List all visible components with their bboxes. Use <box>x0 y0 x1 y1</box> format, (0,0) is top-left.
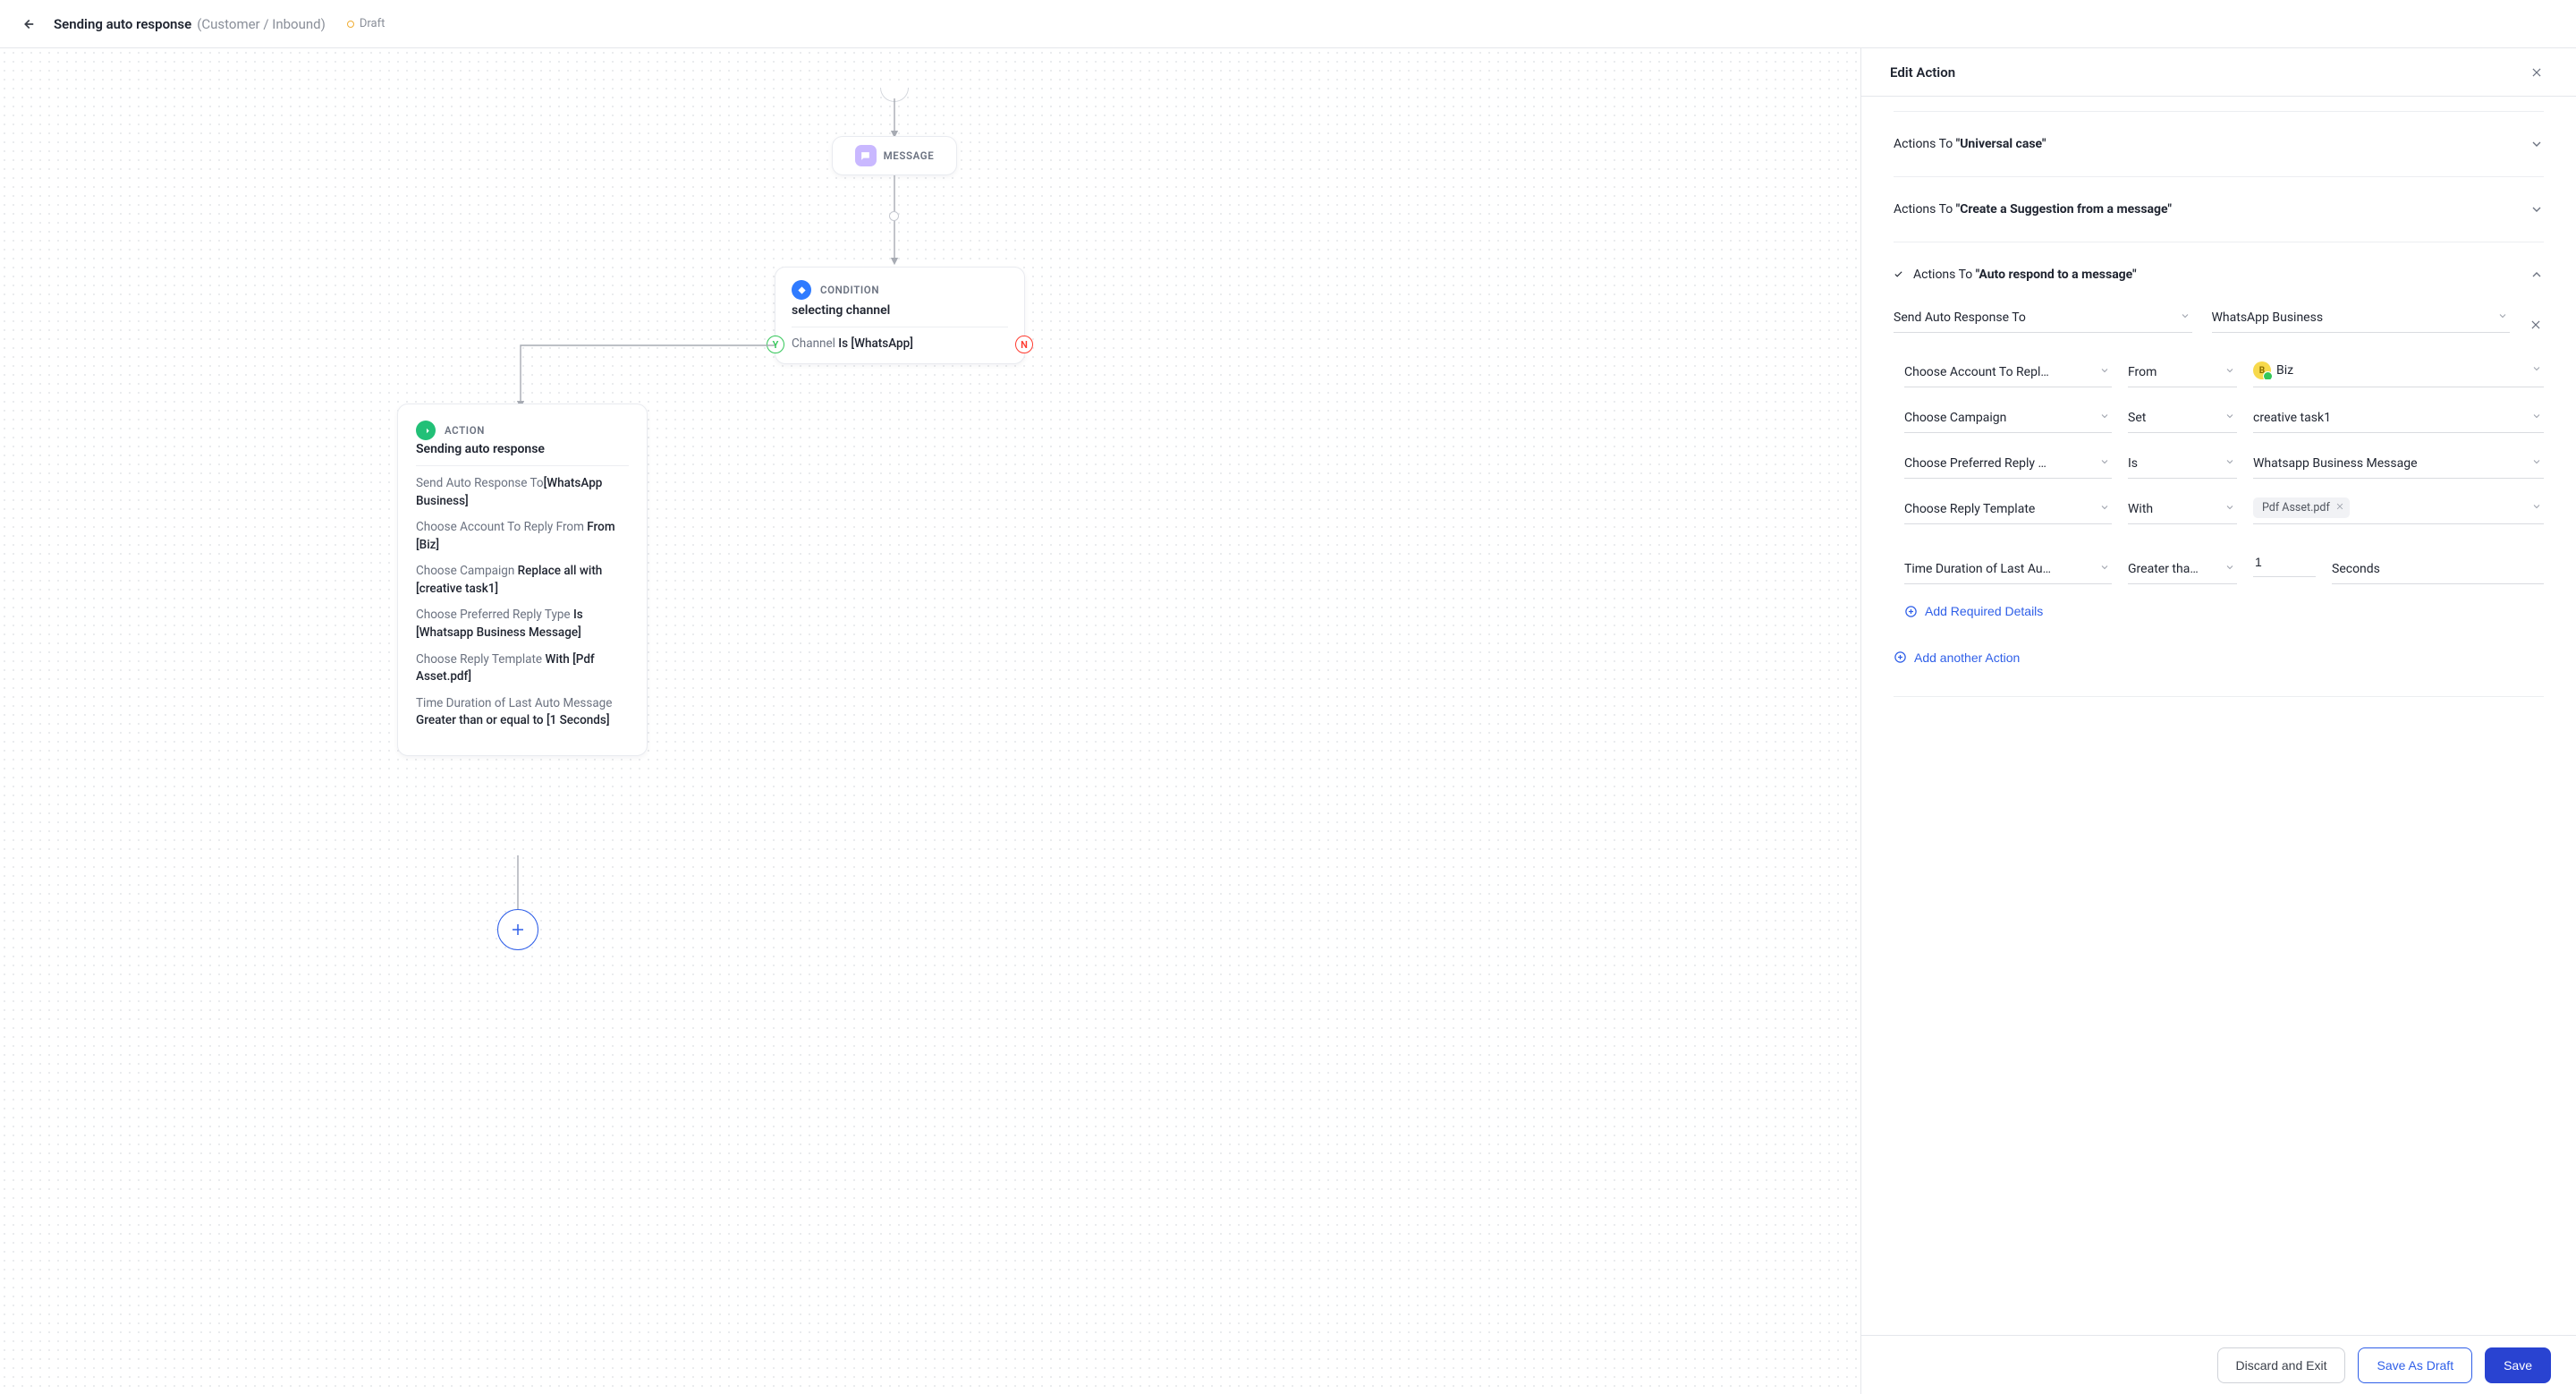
top-bar: Sending auto response (Customer / Inboun… <box>0 0 2576 48</box>
operator-select[interactable]: Is <box>2128 449 2237 479</box>
status-dot-icon <box>347 21 354 28</box>
remove-chip-button[interactable] <box>2335 501 2344 514</box>
section-auto-respond: Actions To "Auto respond to a message" S… <box>1894 242 2544 697</box>
message-node-label: MESSAGE <box>884 149 935 162</box>
duration-number-input[interactable] <box>2253 548 2316 577</box>
connector-line <box>889 98 900 141</box>
check-icon <box>1894 268 1906 281</box>
message-node[interactable]: MESSAGE <box>832 136 957 175</box>
chevron-up-icon <box>2529 268 2544 282</box>
condition-node-label: CONDITION <box>820 284 879 296</box>
action-row-template: Choose Reply Template With Pdf Asset.pdf <box>1904 495 2544 524</box>
section-create-suggestion: Actions To "Create a Suggestion from a m… <box>1894 177 2544 242</box>
page-subtitle: (Customer / Inbound) <box>197 16 326 32</box>
edit-action-panel: Edit Action Actions To "Universal case" … <box>1860 48 2576 1394</box>
send-auto-response-select[interactable]: Send Auto Response To <box>1894 303 2192 333</box>
diamond-icon <box>792 280 811 300</box>
operator-select[interactable]: Greater tha… <box>2128 555 2237 584</box>
duration-unit-select[interactable]: Seconds <box>2332 555 2544 584</box>
channel-select[interactable]: WhatsApp Business <box>2212 303 2511 333</box>
chevron-down-icon <box>2497 310 2510 325</box>
section-universal-case: Actions To "Universal case" <box>1894 111 2544 177</box>
condition-title: selecting channel <box>792 303 1008 318</box>
flow-canvas[interactable]: MESSAGE CONDITION selecting channel Chan… <box>0 48 1860 1394</box>
action-title: Sending auto response <box>416 442 629 456</box>
panel-title: Edit Action <box>1890 64 1955 81</box>
operator-select[interactable]: From <box>2128 358 2237 387</box>
page-title: Sending auto response <box>54 16 191 32</box>
add-node-button[interactable] <box>497 909 538 950</box>
status-chip: Draft <box>347 17 386 30</box>
account-avatar-icon: B <box>2253 361 2271 379</box>
section-header[interactable]: Actions To "Universal case" <box>1894 137 2544 151</box>
close-panel-button[interactable] <box>2526 62 2547 83</box>
save-button[interactable]: Save <box>2485 1347 2551 1383</box>
value-select[interactable]: Whatsapp Business Message <box>2253 449 2544 479</box>
arrow-circle-icon <box>416 421 436 440</box>
connector-line <box>513 855 523 911</box>
status-label: Draft <box>360 17 386 30</box>
chevron-down-icon <box>2529 202 2544 217</box>
operator-select[interactable]: With <box>2128 495 2237 524</box>
yes-port[interactable]: Y <box>767 336 784 353</box>
back-button[interactable] <box>16 12 41 37</box>
action-node-label: ACTION <box>445 424 485 437</box>
chevron-down-icon <box>2180 310 2192 325</box>
action-row-account: Choose Account To Repl… From BBiz <box>1904 354 2544 387</box>
save-draft-button[interactable]: Save As Draft <box>2358 1347 2472 1383</box>
action-row-reply-type: Choose Preferred Reply … Is Whatsapp Bus… <box>1904 449 2544 479</box>
condition-expression: Channel Is [WhatsApp] <box>792 336 1008 351</box>
start-node-stub <box>880 88 909 102</box>
value-select[interactable]: BBiz <box>2253 354 2544 387</box>
panel-scroll[interactable]: Actions To "Universal case" Actions To "… <box>1861 97 2576 1335</box>
field-select[interactable]: Time Duration of Last Au… <box>1904 555 2112 584</box>
page-title-group: Sending auto response (Customer / Inboun… <box>54 16 326 32</box>
condition-node[interactable]: CONDITION selecting channel Channel Is [… <box>775 267 1025 364</box>
field-select[interactable]: Choose Preferred Reply … <box>1904 449 2112 479</box>
message-icon <box>855 145 877 166</box>
divider <box>416 465 629 466</box>
panel-footer: Discard and Exit Save As Draft Save <box>1861 1335 2576 1394</box>
connector-line <box>513 342 782 413</box>
action-row-time: Time Duration of Last Au… Greater tha… S… <box>1904 540 2544 584</box>
section-header[interactable]: Actions To "Create a Suggestion from a m… <box>1894 202 2544 217</box>
section-header[interactable]: Actions To "Auto respond to a message" <box>1894 268 2544 282</box>
action-row-campaign: Choose Campaign Set creative task1 <box>1904 404 2544 433</box>
value-select[interactable]: creative task1 <box>2253 404 2544 433</box>
field-select[interactable]: Choose Account To Repl… <box>1904 358 2112 387</box>
connector-line <box>889 175 900 268</box>
add-another-action-button[interactable]: Add another Action <box>1894 650 2020 665</box>
operator-select[interactable]: Set <box>2128 404 2237 433</box>
chevron-down-icon <box>2529 137 2544 151</box>
add-required-details-button[interactable]: Add Required Details <box>1904 604 2043 618</box>
field-select[interactable]: Choose Campaign <box>1904 404 2112 433</box>
discard-button[interactable]: Discard and Exit <box>2217 1347 2346 1383</box>
no-port[interactable]: N <box>1015 336 1033 353</box>
remove-line-button[interactable] <box>2529 319 2544 333</box>
field-select[interactable]: Choose Reply Template <box>1904 495 2112 524</box>
value-select[interactable]: Pdf Asset.pdf <box>2253 496 2544 524</box>
connector-joint <box>889 211 899 221</box>
file-chip: Pdf Asset.pdf <box>2253 497 2350 518</box>
action-node[interactable]: ACTION Sending auto response Send Auto R… <box>397 404 648 756</box>
